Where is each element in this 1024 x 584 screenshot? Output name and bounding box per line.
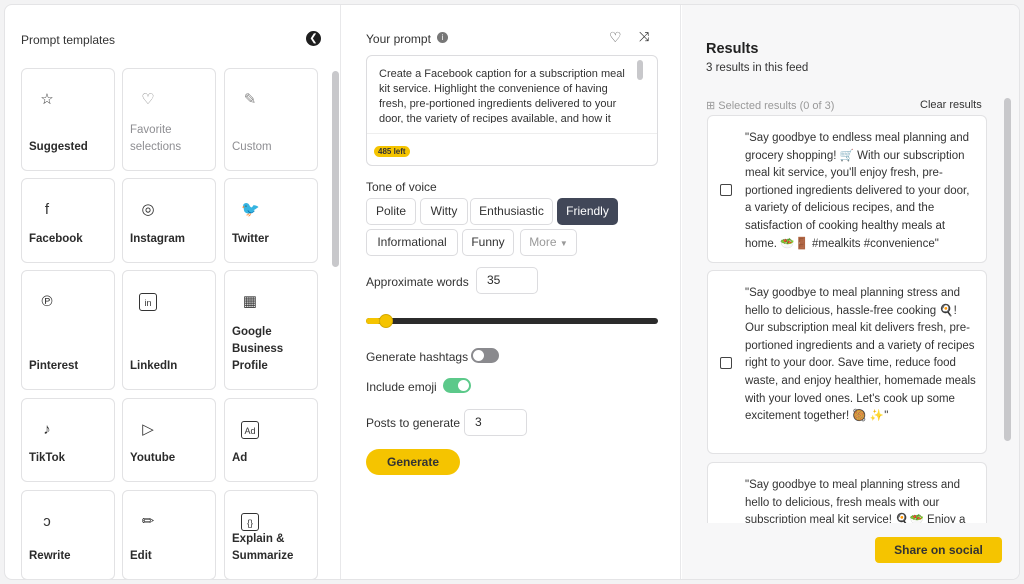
result-text: "Say goodbye to meal planning stress and… [745, 479, 966, 523]
expand-plus-icon: ⊞ [706, 100, 716, 112]
template-ad[interactable]: Ad Ad [224, 398, 318, 482]
prompt-panel: Your prompt i ♡ ⤨ Create a Facebook capt… [341, 5, 681, 579]
templates-panel: Prompt templates ❮ ☆ Suggested ♡ Favorite s… [5, 5, 341, 579]
tone-friendly[interactable]: Friendly [557, 198, 618, 225]
more-label: More [529, 235, 557, 249]
star-icon: ☆ [40, 91, 54, 108]
characters-left-badge: 485 left [374, 146, 410, 157]
prompt-input-box[interactable]: Create a Facebook caption for a subscrip… [366, 55, 658, 166]
template-label: TikTok [29, 452, 65, 464]
hashtags-label: Generate hashtags [366, 350, 469, 364]
rewrite-icon: ↄ [43, 513, 51, 530]
ad-icon: Ad [241, 421, 259, 439]
template-google-business-profile[interactable]: ▦ Google Business Profile [224, 270, 318, 390]
templates-title: Prompt templates [21, 33, 116, 47]
template-label: Custom [232, 141, 272, 153]
heart-icon: ♡ [141, 91, 155, 108]
template-label: LinkedIn [130, 360, 178, 372]
selected-results-label: Selected results (0 of 3) [718, 100, 835, 112]
share-on-social-button[interactable]: Share on social [875, 537, 1002, 563]
selected-results-toggle[interactable]: ⊞ Selected results (0 of 3) [706, 99, 834, 112]
emoji-label: Include emoji [366, 380, 437, 394]
result-card: "Say goodbye to meal planning stress and… [707, 270, 987, 454]
template-twitter[interactable]: 🐦 Twitter [224, 178, 318, 263]
template-facebook[interactable]: f Facebook [21, 178, 115, 263]
tone-polite[interactable]: Polite [366, 198, 416, 225]
template-pinterest[interactable]: ℗ Pinterest [21, 270, 115, 390]
template-label: Ad [232, 452, 248, 464]
template-label: Twitter [232, 233, 269, 245]
instagram-icon: ◎ [141, 201, 155, 218]
clear-results-link[interactable]: Clear results [920, 99, 982, 111]
pinterest-icon: ℗ [41, 293, 53, 310]
template-rewrite[interactable]: ↄ Rewrite [21, 490, 115, 579]
result-checkbox[interactable] [720, 357, 732, 369]
prompt-textarea[interactable]: Create a Facebook caption for a subscrip… [379, 67, 637, 123]
tone-funny[interactable]: Funny [462, 229, 514, 256]
info-icon[interactable]: i [437, 32, 448, 43]
prompt-scrollbar[interactable] [637, 60, 643, 80]
template-label: Rewrite [29, 550, 71, 562]
tone-enthusiastic[interactable]: Enthusiastic [470, 198, 553, 225]
results-scrollbar[interactable] [1004, 98, 1011, 441]
caret-down-icon: ▼ [559, 239, 568, 248]
results-title: Results [706, 41, 759, 57]
storefront-icon: ▦ [242, 293, 258, 310]
hashtags-toggle[interactable] [471, 348, 499, 363]
collapse-chevron-icon[interactable]: ❮ [306, 31, 321, 46]
results-count: 3 results in this feed [706, 62, 809, 74]
template-explain-summarize[interactable]: {} Explain & Summarize [224, 490, 318, 579]
words-label: Approximate words [366, 275, 469, 289]
template-label: Google Business Profile [232, 326, 284, 372]
result-text: "Say goodbye to endless meal planning an… [745, 132, 970, 250]
template-favorite-selections[interactable]: ♡ Favorite selections [122, 68, 216, 171]
app-window: Prompt templates ❮ ☆ Suggested ♡ Favorite s… [4, 4, 1020, 580]
emoji-toggle[interactable] [443, 378, 471, 393]
template-edit[interactable]: ✏ Edit [122, 490, 216, 579]
template-label: Explain & Summarize [232, 533, 294, 562]
words-slider-track[interactable] [366, 314, 658, 328]
template-instagram[interactable]: ◎ Instagram [122, 178, 216, 263]
results-panel: Results 3 results in this feed ⊞ Selecte… [682, 5, 1019, 579]
tiktok-icon: ♪ [43, 421, 51, 438]
tone-witty[interactable]: Witty [420, 198, 468, 225]
result-text: "Say goodbye to meal planning stress and… [745, 287, 976, 423]
shuffle-icon[interactable]: ⤨ [639, 29, 649, 45]
result-card: "Say goodbye to meal planning stress and… [707, 462, 987, 523]
tone-informational[interactable]: Informational [366, 229, 458, 256]
result-checkbox[interactable] [720, 184, 732, 196]
results-list: "Say goodbye to endless meal planning an… [682, 113, 1019, 523]
tone-more-dropdown[interactable]: More ▼ [520, 229, 577, 256]
twitter-icon: 🐦 [241, 201, 260, 218]
tools-icon: ✎ [243, 91, 257, 108]
template-label: Facebook [29, 233, 83, 245]
template-label: Instagram [130, 233, 185, 245]
facebook-icon: f [44, 201, 50, 218]
pencil-icon: ✏ [141, 513, 155, 530]
posts-label: Posts to generate [366, 416, 461, 430]
words-input[interactable]: 35 [476, 267, 538, 294]
linkedin-icon: in [139, 293, 157, 311]
template-label: Edit [130, 550, 152, 562]
template-linkedin[interactable]: in LinkedIn [122, 270, 216, 390]
result-card: "Say goodbye to endless meal planning an… [707, 115, 987, 263]
template-label: Youtube [130, 452, 176, 464]
favorite-heart-icon[interactable]: ♡ [609, 29, 622, 46]
youtube-icon: ▷ [142, 421, 154, 438]
template-youtube[interactable]: ▷ Youtube [122, 398, 216, 482]
template-suggested[interactable]: ☆ Suggested [21, 68, 115, 171]
template-label: Favorite selections [130, 124, 182, 153]
generate-button[interactable]: Generate [366, 449, 460, 475]
posts-input[interactable]: 3 [464, 409, 527, 436]
template-label: Pinterest [29, 360, 79, 372]
template-custom[interactable]: ✎ Custom [224, 68, 318, 171]
words-slider-thumb[interactable] [378, 314, 393, 328]
templates-scrollbar[interactable] [332, 71, 339, 267]
template-label: Suggested [29, 141, 88, 153]
template-tiktok[interactable]: ♪ TikTok [21, 398, 115, 482]
brackets-icon: {} [241, 513, 259, 531]
prompt-title: Your prompt [366, 32, 431, 46]
tone-label: Tone of voice [366, 180, 437, 194]
